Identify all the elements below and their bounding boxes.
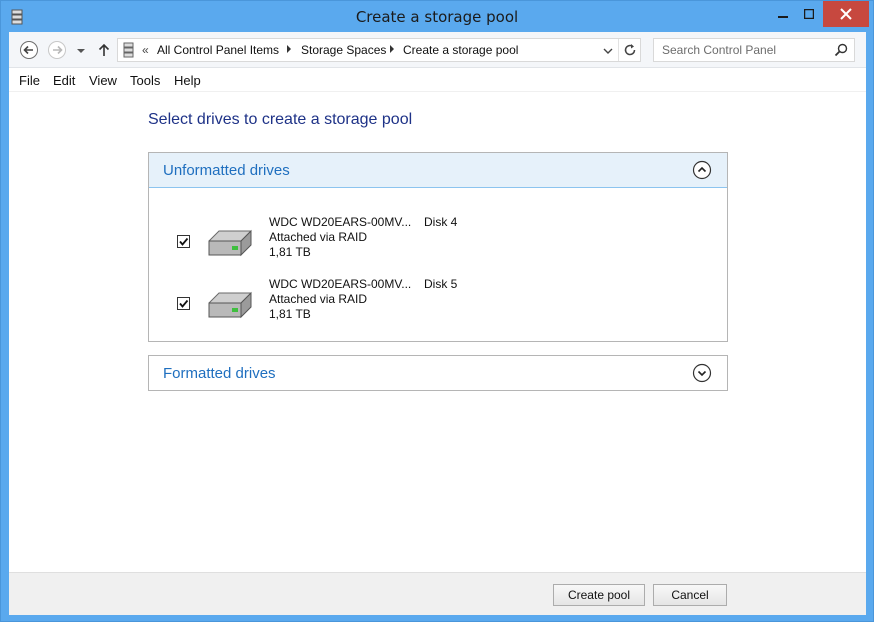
unformatted-drives-header[interactable]: Unformatted drives xyxy=(149,153,727,188)
section-title: Formatted drives xyxy=(163,365,276,382)
hard-drive-icon xyxy=(205,227,255,261)
drive-connection: Attached via RAID xyxy=(269,230,368,244)
breadcrumb-separator[interactable] xyxy=(390,45,394,53)
close-button[interactable] xyxy=(823,1,869,27)
back-button[interactable] xyxy=(19,40,39,60)
page-title: Select drives to create a storage pool xyxy=(148,111,413,128)
formatted-drives-section: Formatted drives xyxy=(148,355,728,391)
window-title: Create a storage pool xyxy=(355,8,519,26)
search-box[interactable] xyxy=(653,38,855,62)
drive-disk-number: Disk 4 xyxy=(424,215,458,229)
title-bar: Create a storage pool xyxy=(1,1,873,33)
breadcrumb-storage-spaces[interactable]: Storage Spaces xyxy=(301,43,386,57)
address-dropdown-button[interactable] xyxy=(601,44,615,58)
drive-connection: Attached via RAID xyxy=(269,292,368,306)
client-area: « All Control Panel Items Storage Spaces… xyxy=(9,32,866,615)
drive-name: WDC WD20EARS-00MV... xyxy=(269,215,412,229)
drive-name: WDC WD20EARS-00MV... xyxy=(269,277,412,291)
navigation-bar: « All Control Panel Items Storage Spaces… xyxy=(9,32,866,68)
search-icon[interactable] xyxy=(834,43,848,57)
forward-arrow-icon xyxy=(48,41,66,59)
menu-file[interactable]: File xyxy=(19,73,40,88)
chevron-down-icon xyxy=(692,363,712,383)
drive-size: 1,81 TB xyxy=(269,245,311,259)
search-input[interactable] xyxy=(654,39,824,61)
minimize-icon xyxy=(778,16,788,18)
maximize-icon xyxy=(804,9,814,19)
menu-view[interactable]: View xyxy=(89,73,117,88)
back-arrow-icon xyxy=(20,41,38,59)
footer-bar: Create pool Cancel xyxy=(9,572,866,615)
formatted-drives-header[interactable]: Formatted drives xyxy=(149,356,727,391)
hard-drive-icon xyxy=(205,289,255,323)
storage-spaces-icon xyxy=(123,42,134,58)
maximize-button[interactable] xyxy=(796,1,822,27)
minimize-button[interactable] xyxy=(770,1,796,27)
breadcrumb-all-control-panel-items[interactable]: All Control Panel Items xyxy=(157,43,279,57)
expand-button[interactable] xyxy=(692,363,712,383)
window: Create a storage pool « All Control Pane… xyxy=(0,0,874,622)
drive-checkbox[interactable] xyxy=(177,235,190,248)
chevron-down-icon xyxy=(77,49,85,53)
main-content: Select drives to create a storage pool U… xyxy=(9,92,866,572)
breadcrumb-create-storage-pool[interactable]: Create a storage pool xyxy=(403,43,518,57)
section-title: Unformatted drives xyxy=(163,162,290,179)
checkmark-icon xyxy=(179,237,189,246)
collapse-button[interactable] xyxy=(692,160,712,180)
address-bar[interactable]: « All Control Panel Items Storage Spaces… xyxy=(117,38,641,62)
chevron-up-icon xyxy=(692,160,712,180)
refresh-button[interactable] xyxy=(618,39,640,61)
recent-locations-button[interactable] xyxy=(75,40,87,60)
menu-edit[interactable]: Edit xyxy=(53,73,75,88)
refresh-icon xyxy=(624,44,635,56)
create-pool-button[interactable]: Create pool xyxy=(553,584,645,606)
cancel-button[interactable]: Cancel xyxy=(653,584,727,606)
breadcrumb-separator[interactable] xyxy=(287,45,291,53)
menu-tools[interactable]: Tools xyxy=(130,73,160,88)
breadcrumb-overflow[interactable]: « xyxy=(142,43,149,57)
up-arrow-icon xyxy=(98,43,110,56)
drive-size: 1,81 TB xyxy=(269,307,311,321)
menu-bar: File Edit View Tools Help xyxy=(9,68,866,92)
drive-row: WDC WD20EARS-00MV... Attached via RAID 1… xyxy=(149,215,727,271)
forward-button[interactable] xyxy=(47,40,67,60)
unformatted-drives-section: Unformatted drives WDC WD20EARS-00MV... … xyxy=(148,152,728,342)
up-button[interactable] xyxy=(96,40,116,60)
drive-disk-number: Disk 5 xyxy=(424,277,458,291)
drive-checkbox[interactable] xyxy=(177,297,190,310)
close-icon xyxy=(840,8,852,20)
menu-help[interactable]: Help xyxy=(174,73,201,88)
checkmark-icon xyxy=(179,299,189,308)
drive-row: WDC WD20EARS-00MV... Attached via RAID 1… xyxy=(149,277,727,333)
chevron-down-icon xyxy=(603,48,613,54)
